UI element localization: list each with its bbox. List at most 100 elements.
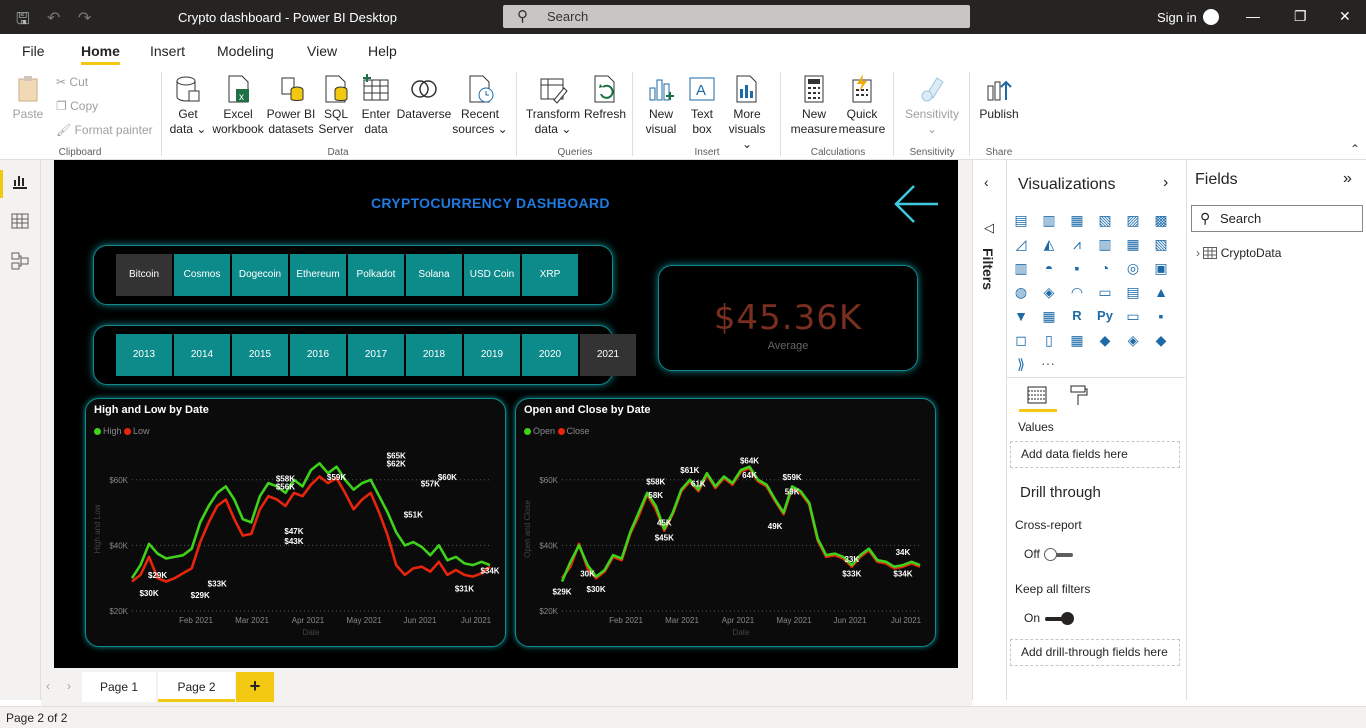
collapse-fields-icon[interactable]: » (1343, 170, 1352, 188)
visual-type-icon-20[interactable]: ◠ (1068, 283, 1086, 301)
quick-measure-button[interactable]: Quick measure (836, 74, 888, 137)
visual-type-icon-34[interactable]: ◈ (1124, 331, 1142, 349)
coin-button-solana[interactable]: Solana (406, 254, 463, 296)
table-item-cryptodata[interactable]: › CryptoData (1196, 246, 1281, 262)
visual-type-icon-9[interactable]: ▥ (1096, 235, 1114, 253)
tab-insert[interactable]: Insert (150, 43, 185, 59)
back-arrow-icon[interactable] (892, 180, 940, 231)
visual-type-icon-6[interactable]: ◿ (1012, 235, 1030, 253)
next-page-icon[interactable]: › (67, 679, 71, 693)
drill-through-dropzone[interactable]: Add drill-through fields here (1010, 639, 1180, 666)
report-view-icon[interactable] (11, 172, 29, 195)
chevron-right-icon[interactable]: › (1163, 174, 1168, 192)
text-box-button[interactable]: A Text box (682, 74, 722, 137)
coin-button-usd-coin[interactable]: USD Coin (464, 254, 521, 296)
transform-data-button[interactable]: Transform data ⌄ (523, 74, 583, 137)
redo-icon[interactable]: ↷ (78, 8, 91, 28)
fields-search-input[interactable]: ⚲ Search (1191, 205, 1363, 232)
visual-type-icon-36[interactable]: ⟫ (1012, 355, 1030, 373)
page-tab-1[interactable]: Page 1 (82, 672, 156, 702)
new-visual-button[interactable]: New visual (641, 74, 681, 137)
average-card[interactable]: $45.36K Average (658, 265, 918, 371)
visual-type-icon-5[interactable]: ▩ (1152, 211, 1170, 229)
visual-type-icon-1[interactable]: ▥ (1040, 211, 1058, 229)
year-button-2016[interactable]: 2016 (290, 334, 347, 376)
tab-home[interactable]: Home (81, 43, 120, 65)
visual-type-icon-0[interactable]: ▤ (1012, 211, 1030, 229)
chevron-left-icon[interactable]: ‹ (984, 174, 989, 190)
coin-button-polkadot[interactable]: Polkadot (348, 254, 405, 296)
coin-button-ethereum[interactable]: Ethereum (290, 254, 347, 296)
dataverse-button[interactable]: Dataverse (396, 74, 452, 122)
enter-data-button[interactable]: Enter data (356, 74, 396, 137)
format-paint-roller-icon[interactable] (1069, 384, 1089, 409)
fields-well-icon[interactable] (1027, 386, 1049, 409)
visual-type-icon-21[interactable]: ▭ (1096, 283, 1114, 301)
more-visuals-ellipsis[interactable]: ··· (1041, 355, 1055, 371)
tab-view[interactable]: View (307, 43, 337, 59)
visual-type-icon-11[interactable]: ▧ (1152, 235, 1170, 253)
visual-type-icon-31[interactable]: ▯ (1040, 331, 1058, 349)
sign-in-link[interactable]: Sign in (1157, 10, 1197, 25)
visual-type-icon-8[interactable]: ⩘ (1068, 235, 1086, 253)
visual-type-icon-35[interactable]: ◆ (1152, 331, 1170, 349)
publish-button[interactable]: Publish (976, 74, 1022, 122)
cut-button[interactable]: ✂ Cut (56, 75, 88, 89)
recent-sources-button[interactable]: Recent sources ⌄ (452, 74, 508, 137)
year-button-2019[interactable]: 2019 (464, 334, 521, 376)
year-button-2018[interactable]: 2018 (406, 334, 463, 376)
visual-type-icon-16[interactable]: ◎ (1124, 259, 1142, 277)
visual-type-icon-17[interactable]: ▣ (1152, 259, 1170, 277)
sql-server-button[interactable]: SQL Server (316, 74, 356, 137)
visual-type-icon-2[interactable]: ▦ (1068, 211, 1086, 229)
visual-type-icon-19[interactable]: ◈ (1040, 283, 1058, 301)
visual-type-icon-26[interactable]: R (1068, 307, 1086, 325)
visual-type-icon-10[interactable]: ▦ (1124, 235, 1142, 253)
close-icon[interactable]: ✕ (1339, 8, 1351, 25)
avatar[interactable] (1203, 9, 1219, 25)
year-button-2017[interactable]: 2017 (348, 334, 405, 376)
paste-button[interactable]: Paste (8, 74, 48, 122)
year-button-2020[interactable]: 2020 (522, 334, 579, 376)
new-measure-button[interactable]: New measure (788, 74, 840, 137)
visual-type-icon-7[interactable]: ◭ (1040, 235, 1058, 253)
get-data-button[interactable]: Get data ⌄ (166, 74, 210, 137)
coin-button-bitcoin[interactable]: Bitcoin (116, 254, 173, 296)
refresh-button[interactable]: Refresh (583, 74, 627, 122)
prev-page-icon[interactable]: ‹ (46, 679, 50, 693)
visual-type-icon-28[interactable]: ▭ (1124, 307, 1142, 325)
keep-filters-toggle[interactable] (1045, 612, 1074, 625)
visual-type-icon-25[interactable]: ▦ (1040, 307, 1058, 325)
tab-file[interactable]: File (22, 43, 45, 59)
visual-type-icon-32[interactable]: ▦ (1068, 331, 1086, 349)
visual-type-icon-23[interactable]: ▲ (1152, 283, 1170, 301)
global-search[interactable]: ⚲ Search (503, 5, 970, 28)
visual-type-icon-24[interactable]: ▼ (1012, 307, 1030, 325)
excel-workbook-button[interactable]: x Excel workbook (210, 74, 266, 137)
collapse-ribbon-icon[interactable]: ⌃ (1350, 142, 1360, 156)
powerbi-datasets-button[interactable]: Power BI datasets (266, 74, 316, 137)
coin-button-cosmos[interactable]: Cosmos (174, 254, 231, 296)
visual-type-icon-22[interactable]: ▤ (1124, 283, 1142, 301)
values-dropzone[interactable]: Add data fields here (1010, 441, 1180, 468)
page-tab-2[interactable]: Page 2 (158, 672, 235, 702)
save-icon[interactable]: 🖫 (16, 8, 30, 35)
year-button-2015[interactable]: 2015 (232, 334, 289, 376)
visual-type-icon-12[interactable]: ▥ (1012, 259, 1030, 277)
minimize-icon[interactable]: — (1246, 8, 1260, 24)
undo-icon[interactable]: ↶ (47, 8, 60, 28)
model-view-icon[interactable] (11, 252, 29, 275)
visual-type-icon-33[interactable]: ◆ (1096, 331, 1114, 349)
coin-button-xrp[interactable]: XRP (522, 254, 579, 296)
visual-type-icon-13[interactable]: ◓ (1040, 259, 1058, 277)
visual-type-icon-14[interactable]: ▪ (1068, 259, 1086, 277)
visual-type-icon-18[interactable]: ◍ (1012, 283, 1030, 301)
copy-button[interactable]: ❐ Copy (56, 99, 98, 113)
tab-modeling[interactable]: Modeling (217, 43, 274, 59)
more-visuals-button[interactable]: More visuals ⌄ (723, 74, 771, 152)
visual-type-icon-15[interactable]: ◔ (1096, 259, 1114, 277)
sensitivity-button[interactable]: Sensitivity ⌄ (900, 74, 964, 137)
year-button-2013[interactable]: 2013 (116, 334, 173, 376)
visual-type-icon-30[interactable]: ◻ (1012, 331, 1030, 349)
add-page-button[interactable]: + (236, 672, 274, 702)
